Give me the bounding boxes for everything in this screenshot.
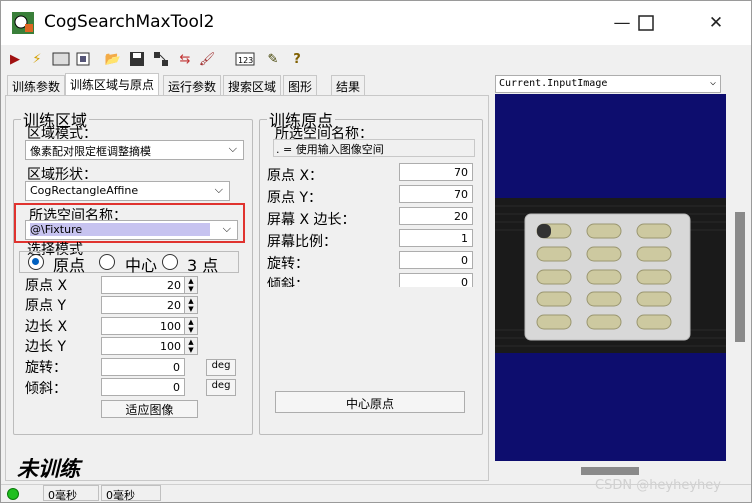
tab-run-params[interactable]: 运行参数 [163, 75, 222, 95]
tab-search-region[interactable]: 搜索区域 [223, 75, 282, 95]
image-selector-value: Current.InputImage [499, 78, 608, 89]
save-icon[interactable] [127, 49, 147, 69]
train-state-label: 未训练 [17, 456, 80, 481]
origin-y-label-right: 原点 Y： [267, 190, 323, 206]
skew-field-right[interactable]: 0 [399, 273, 473, 287]
input-image [495, 198, 726, 353]
region-mode-select[interactable]: 像素配对限定框调整摘模 ⌵ [25, 140, 244, 160]
spin-arrows-icon[interactable]: ▲ ▼ [184, 297, 197, 313]
chevron-down-icon: ⌵ [222, 222, 231, 235]
origin-x-value: 20 [167, 279, 181, 292]
skew-label-right: 倾斜： [267, 277, 309, 287]
tab-train-params[interactable]: 训练参数 [7, 75, 66, 95]
length-y-value: 100 [160, 340, 181, 353]
vertical-scroll-thumb[interactable] [735, 212, 745, 342]
maximize-icon[interactable] [623, 1, 669, 45]
origin-x-label: 原点 X [25, 278, 68, 294]
radio-three-point[interactable] [162, 254, 178, 270]
rotation-field-right[interactable]: 0 [399, 251, 473, 269]
screen-scale-field[interactable]: 1 [399, 229, 473, 247]
status-time-1: 0毫秒 [43, 485, 99, 502]
screen-x-length-field[interactable]: 20 [399, 207, 473, 225]
chevron-down-icon: ⌵ [214, 183, 223, 196]
display-icon[interactable] [51, 49, 71, 69]
tab-train-region[interactable]: 训练区域与原点 [65, 73, 160, 95]
origin-fields-scroll[interactable]: 原点 X： 70 原点 Y： 70 屏幕 X 边长： 20 屏幕比例： 1 旋转… [263, 161, 479, 287]
run-icon[interactable]: ▶ [5, 49, 25, 69]
space-name-select[interactable]: @\Fixture ⌵ [25, 220, 238, 240]
open-folder-icon[interactable]: 📂 [103, 49, 123, 69]
origin-x-label-right: 原点 X： [267, 168, 324, 184]
horizontal-scroll-thumb[interactable] [581, 467, 639, 475]
chevron-down-icon: ⌵ [709, 77, 716, 88]
status-ok-icon [7, 488, 19, 500]
lightning-icon[interactable]: ⚡ [27, 49, 47, 69]
close-icon[interactable]: ✕ [693, 1, 739, 45]
rotation-input[interactable]: 0 [101, 358, 185, 376]
radio-origin-label: 原点 [53, 256, 86, 275]
skew-input[interactable]: 0 [101, 378, 185, 396]
network-icon[interactable] [151, 49, 171, 69]
center-origin-button[interactable]: 中心原点 [275, 391, 465, 413]
origin-y-field-right[interactable]: 70 [399, 185, 473, 203]
length-x-label: 边长 X [25, 319, 68, 335]
brush-icon[interactable]: 🖌 [197, 49, 217, 69]
rotation-label-right: 旋转： [267, 256, 309, 272]
spin-arrows-icon[interactable]: ▲ ▼ [184, 277, 197, 293]
edit-icon[interactable]: ✎ [263, 49, 283, 69]
origin-x-input[interactable]: 20 ▲ ▼ [101, 276, 198, 294]
image-vertical-scrollbar[interactable] [730, 94, 750, 461]
length-x-input[interactable]: 100 ▲ ▼ [101, 317, 198, 335]
chevron-down-icon: ⌵ [228, 142, 237, 155]
window-title: CogSearchMaxTool2 [44, 12, 215, 32]
radio-center-label: 中心 [125, 256, 158, 275]
main-window: CogSearchMaxTool2 — ✕ ▶ ⚡ 📂 ⇆ 🖌 123 ✎ ? … [0, 0, 752, 503]
skew-deg-button[interactable]: deg [206, 379, 236, 396]
svg-text:123: 123 [238, 56, 253, 65]
status-time-2: 0毫秒 [101, 485, 161, 502]
screen-scale-label: 屏幕比例： [267, 234, 337, 250]
region-mode-value: 像素配对限定框调整摘模 [30, 145, 151, 158]
tab-results[interactable]: 结果 [331, 75, 366, 95]
length-y-label: 边长 Y [25, 339, 67, 355]
origin-x-field-right[interactable]: 70 [399, 163, 473, 181]
import-icon[interactable]: ⇆ [175, 49, 195, 69]
length-x-value: 100 [160, 320, 181, 333]
settings-icon[interactable] [73, 49, 93, 69]
fit-image-button[interactable]: 适应图像 [101, 400, 198, 418]
rotation-deg-button[interactable]: deg [206, 359, 236, 376]
region-shape-value: CogRectangleAffine [30, 184, 139, 197]
watermark: CSDN @heyheyhey [595, 478, 721, 493]
image-selector[interactable]: Current.InputImage ⌵ [495, 75, 721, 93]
app-icon [11, 11, 35, 35]
radio-center[interactable] [99, 254, 115, 270]
space-name-value: @\Fixture [30, 223, 210, 236]
screen-x-length-label: 屏幕 X 边长： [267, 212, 356, 228]
image-display[interactable] [495, 94, 726, 461]
radio-origin[interactable] [28, 254, 44, 270]
origin-y-value: 20 [167, 299, 181, 312]
tab-graphics[interactable]: 图形 [283, 75, 318, 95]
origin-y-input[interactable]: 20 ▲ ▼ [101, 296, 198, 314]
origin-space-value: . = 使用输入图像空间 [273, 139, 475, 157]
spin-arrows-icon[interactable]: ▲ ▼ [184, 318, 197, 334]
rotation-label: 旋转： [25, 360, 67, 376]
number-icon[interactable]: 123 [235, 49, 255, 69]
length-y-input[interactable]: 100 ▲ ▼ [101, 337, 198, 355]
radio-three-point-label: 3 点 [187, 256, 219, 275]
spin-arrows-icon[interactable]: ▲ ▼ [184, 338, 197, 354]
help-icon[interactable]: ? [287, 49, 307, 69]
image-horizontal-scrollbar[interactable] [495, 463, 726, 479]
region-shape-select[interactable]: CogRectangleAffine ⌵ [25, 181, 230, 201]
skew-label: 倾斜： [25, 381, 67, 397]
origin-y-label: 原点 Y [25, 298, 67, 314]
